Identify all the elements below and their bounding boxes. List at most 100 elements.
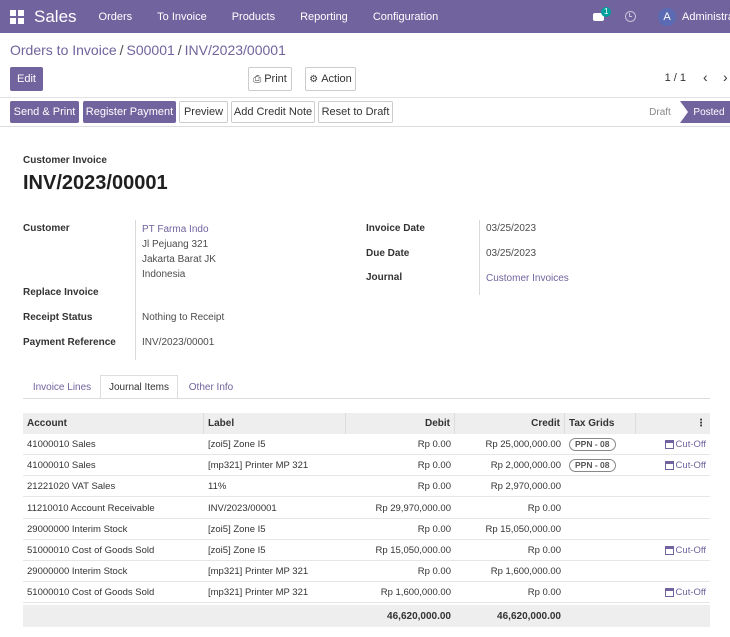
table-row[interactable]: 41000010 Sales [zoi5] Zone I5 Rp 0.00 Rp 25… [23,434,710,455]
cell-debit[interactable]: Rp 29,970,000.00 [346,498,455,519]
cell-account[interactable]: 29000000 Interim Stock [23,561,204,582]
column-credit[interactable]: Credit [455,413,565,434]
payment-reference-value: INV/2023/00001 [142,337,215,348]
menu-to-invoice[interactable]: To Invoice [157,11,207,23]
table-row[interactable]: 51000010 Cost of Goods Sold [zoi5] Zone I… [23,540,710,561]
user-name[interactable]: Administrator [682,11,730,23]
pager-next-icon[interactable]: › [723,69,728,85]
cell-account[interactable]: 21221020 VAT Sales [23,476,204,497]
cell-label[interactable]: [zoi5] Zone I5 [204,540,346,561]
invoice-date-label: Invoice Date [366,223,425,234]
table-row[interactable]: 21221020 VAT Sales 11% Rp 0.00 Rp 2,970,000… [23,476,710,498]
cell-debit[interactable]: Rp 15,050,000.00 [346,540,455,561]
calendar-icon [664,588,674,598]
cell-debit[interactable]: Rp 0.00 [346,476,455,497]
menu-reporting[interactable]: Reporting [300,11,348,23]
invoice-date-value: 03/25/2023 [486,223,537,234]
status-draft[interactable]: Draft [640,101,680,123]
top-navbar: Sales Orders To Invoice Products Reporti… [0,0,730,33]
tabs-underline [23,398,710,399]
customer-name[interactable]: PT Farma Indo [142,224,209,235]
table-row[interactable]: 51000010 Cost of Goods Sold [mp321] Print… [23,582,710,604]
column-debit[interactable]: Debit [346,413,455,434]
breadcrumb-current: INV/2023/00001 [184,42,286,58]
cell-label[interactable]: INV/2023/00001 [204,498,346,519]
tab-journal-items[interactable]: Journal Items [100,375,178,399]
cell-account[interactable]: 41000010 Sales [23,434,204,455]
cell-credit[interactable]: Rp 0.00 [455,540,565,561]
cell-tax-grids[interactable]: PPN - 08 [565,455,636,476]
column-tax-grids[interactable]: Tax Grids [565,413,636,434]
cell-label[interactable]: [mp321] Printer MP 321 [204,582,346,603]
column-account[interactable]: Account [23,413,204,434]
cell-label[interactable]: [zoi5] Zone I5 [204,519,346,540]
menu-configuration[interactable]: Configuration [373,11,438,23]
cut-off-button[interactable]: Cut-Off [636,540,710,561]
breadcrumb-orders-to-invoice[interactable]: Orders to Invoice [10,42,117,58]
cell-tax-grids[interactable]: PPN - 08 [565,434,636,455]
cut-off-button[interactable]: Cut-Off [636,455,710,476]
menu-orders[interactable]: Orders [99,11,133,23]
apps-menu-icon[interactable] [10,9,24,24]
messaging-icon[interactable]: 1 [593,7,612,22]
app-brand[interactable]: Sales [34,7,77,27]
edit-button[interactable]: Edit [10,67,43,91]
table-row[interactable]: 29000000 Interim Stock [zoi5] Zone I5 Rp 0… [23,519,710,540]
action-button[interactable]: ⚙ Action [305,67,356,91]
cell-account[interactable]: 11210010 Account Receivable [23,498,204,519]
replace-invoice-label: Replace Invoice [23,287,99,298]
cell-account[interactable]: 51000010 Cost of Goods Sold [23,582,204,603]
optional-columns-icon[interactable]: ⋮ [636,413,710,434]
cell-label[interactable]: [mp321] Printer MP 321 [204,455,346,476]
reset-to-draft-button[interactable]: Reset to Draft [318,101,393,123]
tab-other-info[interactable]: Other Info [180,375,242,399]
receipt-status-label: Receipt Status [23,312,93,323]
due-date-label: Due Date [366,248,410,259]
document-type: Customer Invoice [23,155,107,166]
table-row[interactable]: 11210010 Account Receivable INV/2023/0000… [23,498,710,519]
cut-off-button[interactable]: Cut-Off [636,582,710,603]
send-print-button[interactable]: Send & Print [10,101,79,123]
customer-label: Customer [23,223,70,234]
cell-label[interactable]: [mp321] Printer MP 321 [204,561,346,582]
pager-previous-icon[interactable]: ‹ [703,69,708,85]
cell-account[interactable]: 29000000 Interim Stock [23,519,204,540]
column-label[interactable]: Label [204,413,346,434]
cell-debit[interactable]: Rp 1,600,000.00 [346,582,455,603]
cell-account[interactable]: 51000010 Cost of Goods Sold [23,540,204,561]
cell-credit[interactable]: Rp 25,000,000.00 [455,434,565,455]
register-payment-button[interactable]: Register Payment [83,101,176,123]
add-credit-note-button[interactable]: Add Credit Note [231,101,315,123]
cell-debit[interactable]: Rp 0.00 [346,561,455,582]
cell-label[interactable]: 11% [204,476,346,497]
table-row[interactable]: 29000000 Interim Stock [mp321] Printer MP… [23,561,710,583]
cell-debit[interactable]: Rp 0.00 [346,455,455,476]
journal-items-totals: 46,620,000.00 46,620,000.00 [23,605,710,627]
cell-debit[interactable]: Rp 0.00 [346,519,455,540]
cell-credit[interactable]: Rp 0.00 [455,582,565,603]
cell-credit[interactable]: Rp 2,000,000.00 [455,455,565,476]
cell-account[interactable]: 41000010 Sales [23,455,204,476]
cell-label[interactable]: [zoi5] Zone I5 [204,434,346,455]
cell-credit[interactable]: Rp 2,970,000.00 [455,476,565,497]
journal-items-header: Account Label Debit Credit Tax Grids ⋮ [23,413,710,434]
activity-clock-icon[interactable] [625,11,636,22]
cell-credit[interactable]: Rp 1,600,000.00 [455,561,565,582]
journal-value[interactable]: Customer Invoices [486,273,569,284]
menu-products[interactable]: Products [232,11,275,23]
user-avatar[interactable]: A [658,7,676,26]
cell-credit[interactable]: Rp 0.00 [455,498,565,519]
table-row[interactable]: 41000010 Sales [mp321] Printer MP 321 Rp 0… [23,455,710,477]
cell-debit[interactable]: Rp 0.00 [346,434,455,455]
calendar-icon [664,546,674,555]
tab-invoice-lines[interactable]: Invoice Lines [23,375,101,399]
print-button[interactable]: ⎙ Print [248,67,292,91]
cut-off-button[interactable]: Cut-Off [636,434,710,455]
preview-button[interactable]: Preview [179,101,228,123]
breadcrumb-sale-order[interactable]: S00001 [127,42,175,58]
pager-value[interactable]: 1 / 1 [665,72,686,84]
tax-tag: PPN - 08 [569,438,616,451]
status-posted[interactable]: Posted [680,101,730,123]
journal-label: Journal [366,272,403,283]
cell-credit[interactable]: Rp 15,050,000.00 [455,519,565,540]
